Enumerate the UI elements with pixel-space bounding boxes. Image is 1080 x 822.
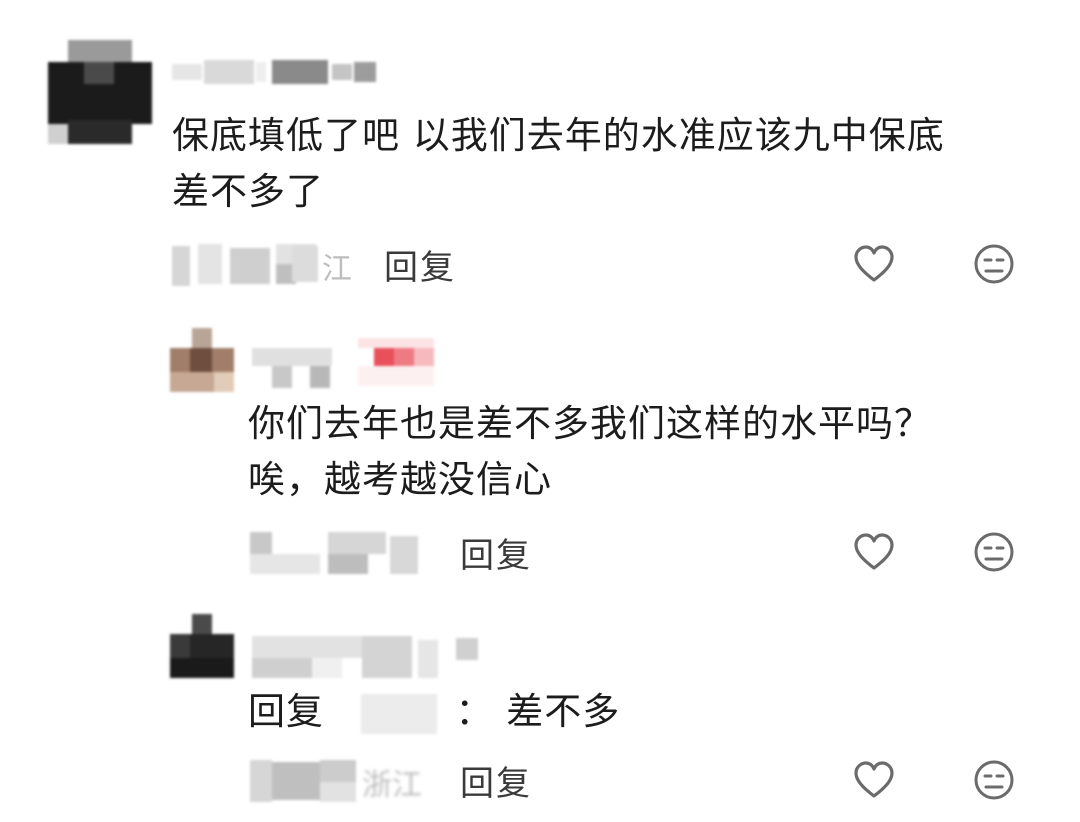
comment-text-line: 差不多了 — [172, 170, 324, 213]
username[interactable] — [252, 346, 342, 390]
heart-icon[interactable] — [852, 242, 896, 286]
reply-button[interactable]: 回复 — [460, 528, 532, 577]
avatar[interactable] — [48, 40, 152, 144]
reply-prefix: 回复 — [248, 690, 324, 733]
comment-location-mask — [292, 246, 318, 282]
reply-separator: ： — [455, 690, 494, 733]
unamused-face-icon[interactable] — [972, 758, 1016, 802]
comment-time — [250, 532, 430, 576]
heart-icon[interactable] — [852, 758, 896, 802]
comment-content: 保底填低了吧 以我们去年的水准应该九中保底 差不多了 — [172, 108, 1052, 220]
heart-icon[interactable] — [852, 530, 896, 574]
reply-button[interactable]: 回复 — [384, 240, 456, 289]
comment-time — [250, 760, 360, 804]
username[interactable] — [172, 60, 378, 84]
username[interactable] — [252, 636, 482, 680]
user-badge — [354, 338, 438, 386]
unamused-face-icon[interactable] — [972, 242, 1016, 286]
reply-target-mask[interactable] — [360, 693, 437, 734]
unamused-face-icon[interactable] — [972, 530, 1016, 574]
comment-text-line: 唉，越考越没信心 — [248, 458, 552, 501]
avatar[interactable] — [170, 614, 234, 678]
comment-location: 浙江 — [362, 768, 422, 803]
comment-content: 你们去年也是差不多我们这样的水平吗？ 唉，越考越没信心 — [248, 396, 1028, 508]
comment-text-line: 你们去年也是差不多我们这样的水平吗？ — [248, 402, 932, 445]
comment-content: 回复 ： 差不多 — [248, 684, 1028, 740]
reply-button[interactable]: 回复 — [460, 756, 532, 805]
reply-text: 差不多 — [506, 690, 621, 733]
comment-location: 江 — [322, 252, 352, 287]
comment-text-line: 保底填低了吧 以我们去年的水准应该九中保底 — [172, 114, 945, 157]
avatar[interactable] — [170, 328, 234, 392]
